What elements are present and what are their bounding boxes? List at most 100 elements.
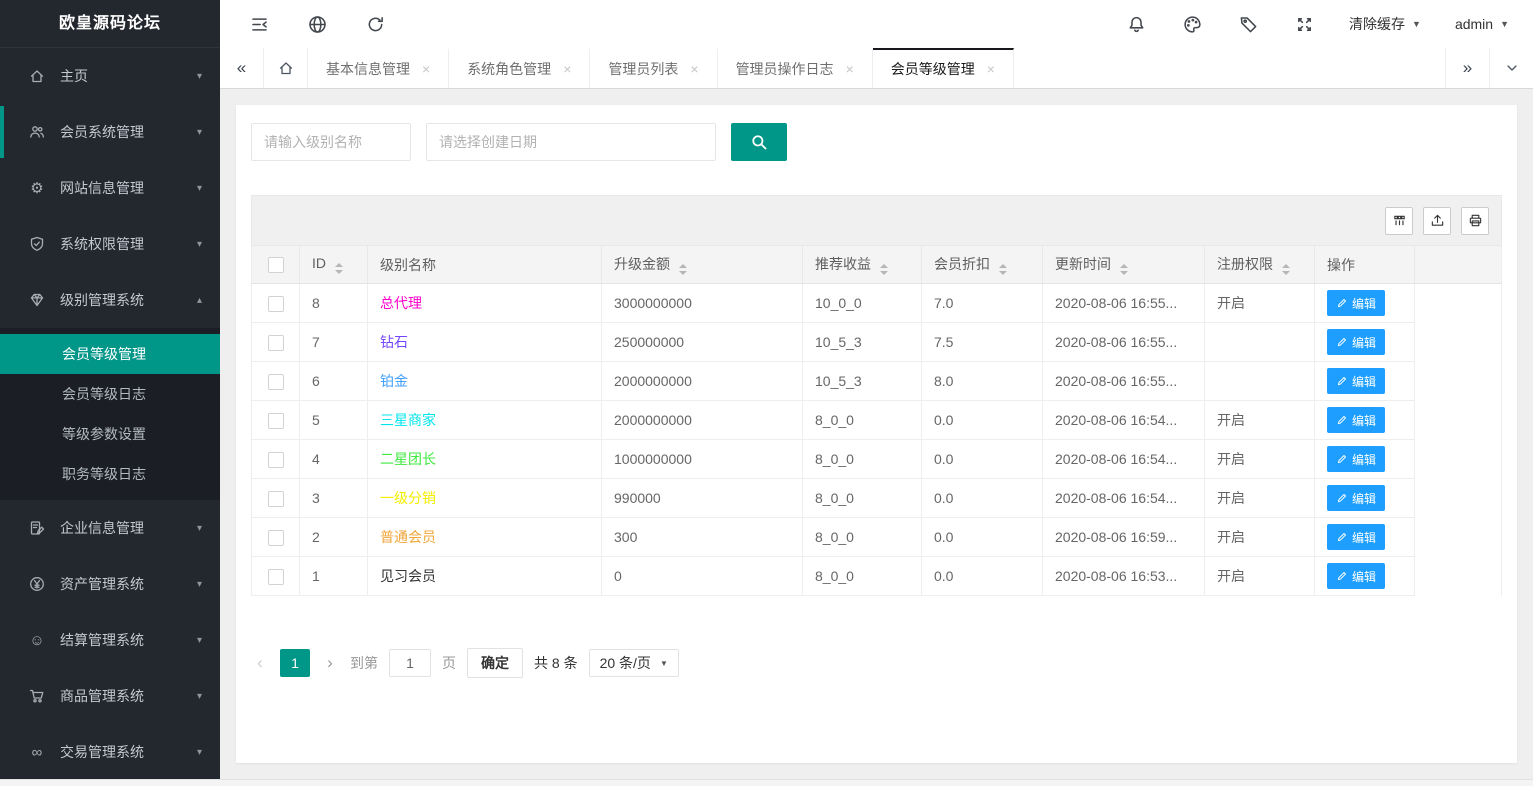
level-name-link[interactable]: 总代理 <box>380 295 422 311</box>
sidebar-item-enterprise-info[interactable]: 企业信息管理▾ <box>0 500 220 556</box>
sort-icon[interactable] <box>1282 264 1290 275</box>
edit-button[interactable]: 编辑 <box>1327 407 1385 433</box>
tabs-menu-button[interactable] <box>1489 48 1533 88</box>
sidebar-item-level-system[interactable]: 级别管理系统▴ <box>0 272 220 328</box>
sort-icon[interactable] <box>880 264 888 275</box>
fullscreen-button[interactable] <box>1293 13 1315 35</box>
tab-member-levels[interactable]: 会员等级管理× <box>873 48 1014 88</box>
export-button[interactable] <box>1423 207 1451 235</box>
sort-icon[interactable] <box>1120 264 1128 275</box>
level-name-input[interactable] <box>251 123 411 161</box>
select-all-checkbox[interactable] <box>268 257 284 273</box>
caret-down-icon: ▾ <box>197 579 202 590</box>
search-button[interactable] <box>731 123 787 161</box>
tabs-scroll-left-button[interactable]: « <box>220 48 264 88</box>
user-dropdown[interactable]: admin ▼ <box>1455 16 1509 32</box>
sidebar-item-home[interactable]: 主页▾ <box>0 48 220 104</box>
clear-cache-dropdown[interactable]: 清除缓存 ▼ <box>1349 14 1421 34</box>
bell-button[interactable] <box>1125 13 1147 35</box>
palette-button[interactable] <box>1181 13 1203 35</box>
sort-icon[interactable] <box>999 264 1007 275</box>
close-icon[interactable]: × <box>422 62 430 76</box>
globe-button[interactable] <box>306 13 328 35</box>
sidebar-item-system-permission[interactable]: 系统权限管理▾ <box>0 216 220 272</box>
column-header-id[interactable]: ID <box>300 246 368 284</box>
caret-down-icon: ▾ <box>197 71 202 82</box>
edit-button[interactable]: 编辑 <box>1327 563 1385 589</box>
refresh-button[interactable] <box>364 13 386 35</box>
level-name-link[interactable]: 见习会员 <box>380 568 436 584</box>
cell-member-discount: 0.0 <box>922 440 1043 479</box>
sidebar-item-settlement-system[interactable]: ☺结算管理系统▾ <box>0 612 220 668</box>
row-checkbox[interactable] <box>268 491 284 507</box>
close-icon[interactable]: × <box>987 62 995 76</box>
column-header-discount[interactable]: 会员折扣 <box>922 246 1043 284</box>
close-icon[interactable]: × <box>846 62 854 76</box>
column-header-updated[interactable]: 更新时间 <box>1043 246 1205 284</box>
tag-button[interactable] <box>1237 13 1259 35</box>
row-checkbox[interactable] <box>268 452 284 468</box>
tab-basic-info[interactable]: 基本信息管理× <box>308 48 449 88</box>
sidebar-subitem-level-params[interactable]: 等级参数设置 <box>0 414 220 454</box>
filter-columns-button[interactable] <box>1385 207 1413 235</box>
sidebar-subitem-member-level-manage[interactable]: 会员等级管理 <box>0 334 220 374</box>
cell-id: 4 <box>300 440 368 479</box>
horizontal-scrollbar[interactable] <box>0 779 1533 786</box>
tab-admin-op-logs[interactable]: 管理员操作日志× <box>718 48 873 88</box>
cell-level-name: 一级分销 <box>368 479 602 518</box>
row-checkbox[interactable] <box>268 530 284 546</box>
tab-home-button[interactable] <box>264 48 308 88</box>
sort-icon[interactable] <box>335 263 343 274</box>
row-checkbox[interactable] <box>268 413 284 429</box>
pencil-icon <box>1336 531 1348 543</box>
column-header-referral[interactable]: 推荐收益 <box>803 246 922 284</box>
edit-button[interactable]: 编辑 <box>1327 329 1385 355</box>
cell-member-discount: 0.0 <box>922 401 1043 440</box>
sidebar-subitem-member-level-log[interactable]: 会员等级日志 <box>0 374 220 414</box>
edit-button[interactable]: 编辑 <box>1327 368 1385 394</box>
cell-level-name: 见习会员 <box>368 557 602 596</box>
row-checkbox[interactable] <box>268 296 284 312</box>
sidebar-item-member-system[interactable]: 会员系统管理▾ <box>0 104 220 160</box>
cell-member-discount: 8.0 <box>922 362 1043 401</box>
cell-action: 编辑 <box>1315 284 1415 323</box>
level-name-link[interactable]: 三星商家 <box>380 412 436 428</box>
column-header-amount[interactable]: 升级金额 <box>602 246 803 284</box>
next-page-button[interactable]: › <box>321 653 339 673</box>
sidebar-item-site-info[interactable]: ⚙网站信息管理▾ <box>0 160 220 216</box>
column-header-register[interactable]: 注册权限 <box>1205 246 1315 284</box>
row-checkbox[interactable] <box>268 335 284 351</box>
app-logo: 欧皇源码论坛 <box>0 0 220 48</box>
level-name-link[interactable]: 铂金 <box>380 373 408 389</box>
close-icon[interactable]: × <box>563 62 571 76</box>
row-checkbox[interactable] <box>268 569 284 585</box>
sidebar-item-goods-system[interactable]: 商品管理系统▾ <box>0 668 220 724</box>
confirm-page-button[interactable]: 确定 <box>467 648 523 678</box>
print-button[interactable] <box>1461 207 1489 235</box>
create-date-input[interactable] <box>426 123 716 161</box>
page-size-select[interactable]: 20 条/页 ▼ <box>589 649 679 677</box>
sidebar-item-asset-system[interactable]: 资产管理系统▾ <box>0 556 220 612</box>
close-icon[interactable]: × <box>690 62 698 76</box>
goto-page-input[interactable] <box>389 649 431 677</box>
prev-page-button[interactable]: ‹ <box>251 653 269 673</box>
edit-button[interactable]: 编辑 <box>1327 485 1385 511</box>
menu-collapse-button[interactable] <box>248 13 270 35</box>
level-name-link[interactable]: 二星团长 <box>380 451 436 467</box>
sidebar-subitem-position-level-log[interactable]: 职务等级日志 <box>0 454 220 494</box>
tabs-scroll-right-button[interactable]: » <box>1445 48 1489 88</box>
sidebar-item-trade-system[interactable]: ∞交易管理系统▾ <box>0 724 220 779</box>
level-name-link[interactable]: 一级分销 <box>380 490 436 506</box>
row-checkbox[interactable] <box>268 374 284 390</box>
tab-admin-list[interactable]: 管理员列表× <box>590 48 717 88</box>
edit-button[interactable]: 编辑 <box>1327 524 1385 550</box>
level-name-link[interactable]: 普通会员 <box>380 529 436 545</box>
caret-down-icon: ▾ <box>197 747 202 758</box>
edit-button[interactable]: 编辑 <box>1327 446 1385 472</box>
level-name-link[interactable]: 钻石 <box>380 334 408 350</box>
tab-system-roles[interactable]: 系统角色管理× <box>449 48 590 88</box>
sort-icon[interactable] <box>679 264 687 275</box>
table-row: 3一级分销9900008_0_00.02020-08-06 16:54...开启… <box>252 479 1502 518</box>
edit-button[interactable]: 编辑 <box>1327 290 1385 316</box>
page-1-button[interactable]: 1 <box>280 649 310 677</box>
